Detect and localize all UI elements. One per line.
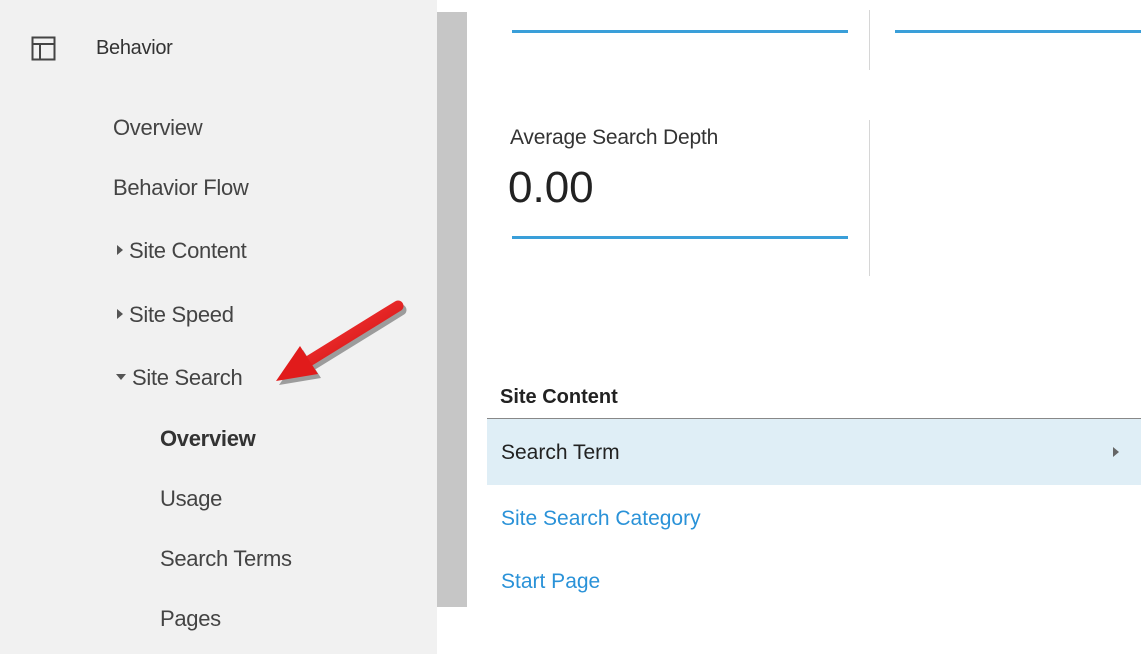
- sidebar-item-site-speed[interactable]: Site Speed: [117, 302, 234, 328]
- dimension-option-label: Search Term: [501, 441, 620, 464]
- sidebar-scrollbar-thumb[interactable]: [437, 12, 467, 607]
- metric-card-divider: [869, 120, 870, 276]
- sidebar-subitem-label: Search Terms: [160, 546, 292, 571]
- layout-panel-icon: [31, 36, 56, 61]
- metric-card-underline: [895, 30, 1141, 33]
- sidebar-subitem-label: Usage: [160, 486, 223, 511]
- metric-card-divider: [869, 10, 870, 70]
- dimension-option-selected[interactable]: Search Term: [487, 419, 1141, 485]
- triangle-right-icon: [117, 245, 123, 256]
- dimension-option-link[interactable]: Site Search Category: [501, 507, 701, 531]
- sidebar-subitem-overview[interactable]: Overview: [160, 426, 256, 452]
- sidebar-item-site-search[interactable]: Site Search: [116, 365, 243, 391]
- triangle-down-icon: [116, 374, 126, 381]
- dimension-option-link[interactable]: Start Page: [501, 570, 600, 594]
- metric-label: Average Search Depth: [510, 126, 719, 149]
- sidebar-subitem-usage[interactable]: Usage: [160, 486, 222, 512]
- sidebar-section-behavior[interactable]: Behavior: [0, 0, 437, 100]
- sidebar-section-label: Behavior: [96, 37, 173, 59]
- metric-value: 0.00: [508, 163, 594, 212]
- sidebar-subitem-label: Pages: [160, 606, 221, 631]
- sidebar-subitem-label: Overview: [160, 426, 256, 451]
- sidebar-item-label: Site Search: [132, 365, 243, 390]
- sidebar-item-label: Site Content: [129, 238, 247, 263]
- sidebar-item-site-content[interactable]: Site Content: [117, 238, 247, 264]
- sidebar-subitem-pages[interactable]: Pages: [160, 606, 221, 632]
- sidebar-item-behavior-flow[interactable]: Behavior Flow: [113, 175, 249, 201]
- sidebar-nav: Behavior Overview Behavior Flow Site Con…: [0, 0, 437, 654]
- dimension-section-title: Site Content: [500, 386, 618, 408]
- metric-card-underline: [512, 236, 848, 239]
- sidebar-subitem-search-terms[interactable]: Search Terms: [160, 546, 292, 572]
- triangle-right-icon: [117, 309, 123, 320]
- sidebar-item-overview[interactable]: Overview: [113, 115, 203, 141]
- sidebar-item-label: Site Speed: [129, 302, 234, 327]
- chevron-right-icon: [1113, 447, 1119, 457]
- metric-card-underline: [512, 30, 848, 33]
- sidebar-item-label: Overview: [113, 115, 203, 140]
- sidebar-item-label: Behavior Flow: [113, 175, 249, 200]
